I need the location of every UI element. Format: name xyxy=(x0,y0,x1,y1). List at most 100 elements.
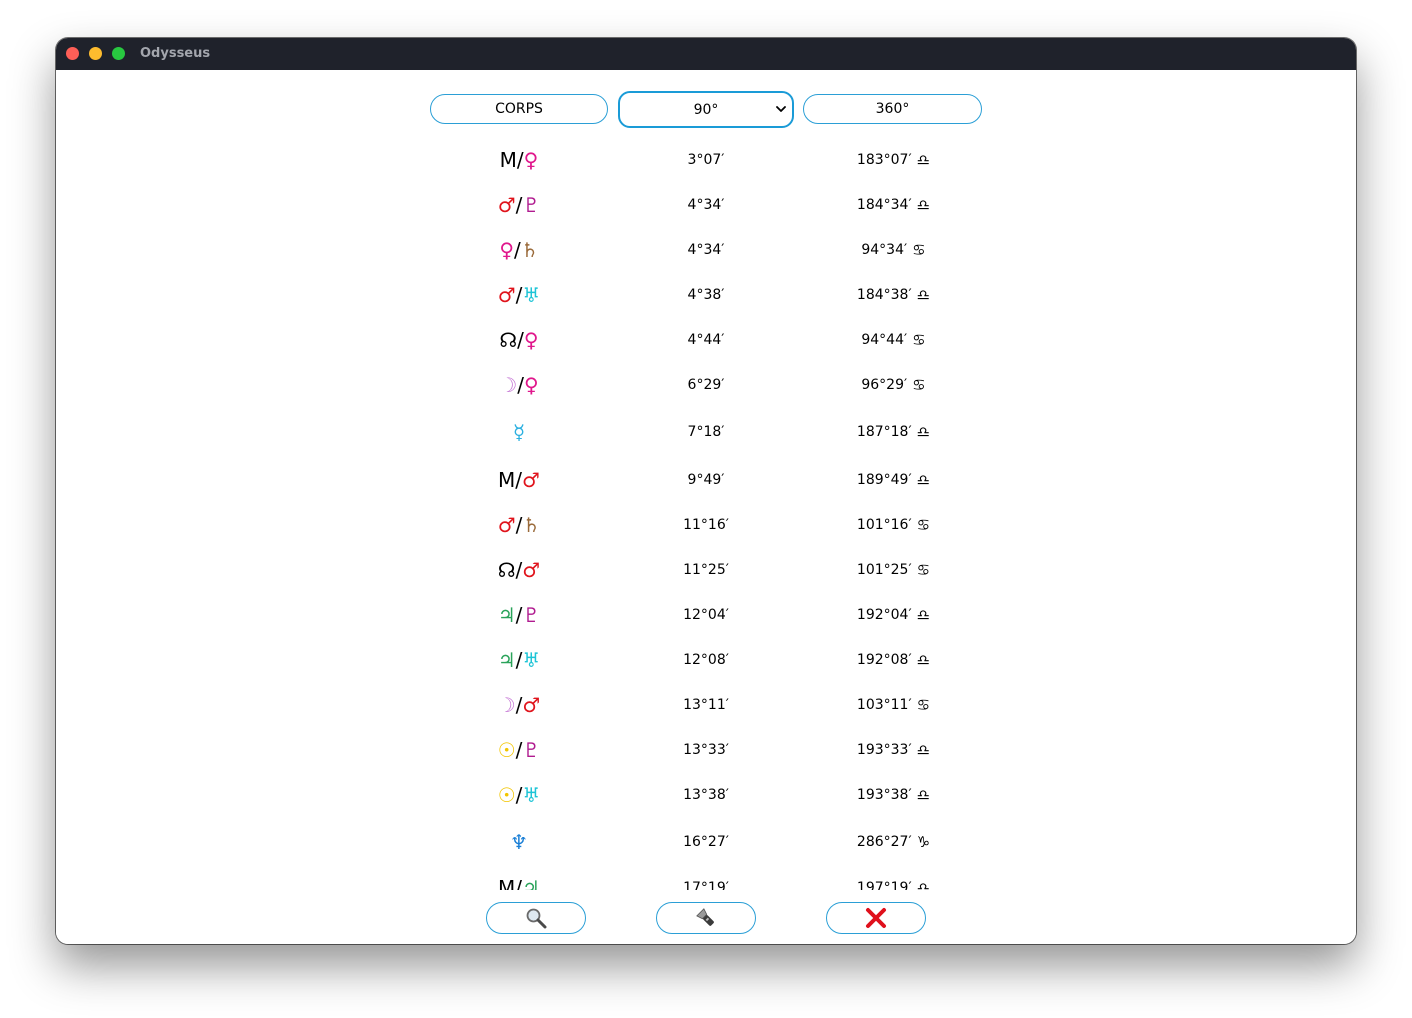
planet-b-glyph: ♂ xyxy=(522,693,541,717)
absolute-position: 101°25′ ♋ xyxy=(811,550,976,590)
absolute-position: 197°19′ ♎ xyxy=(811,868,976,890)
zodiac-sign-icon: ♋ xyxy=(912,331,926,349)
list-item[interactable]: ☽ / ♂ 13°11′ 103°11′ ♋ xyxy=(56,685,1356,725)
midpoint-separator: / xyxy=(515,468,523,492)
minimize-window-button[interactable] xyxy=(89,47,102,60)
absolute-position: 183°07′ ♎ xyxy=(811,140,976,180)
midpoint-separator: / xyxy=(515,648,523,672)
midpoint-separator: / xyxy=(516,148,524,172)
midpoint-symbols: M / ♃ xyxy=(459,868,579,890)
zodiac-sign-icon: ♋ xyxy=(912,376,926,394)
midpoint-symbols: M / ♂ xyxy=(459,460,579,500)
absolute-degree: 184°34′ xyxy=(856,197,912,213)
absolute-position: 187°18′ ♎ xyxy=(811,412,976,452)
list-item[interactable]: ♃ / ♇ 12°04′ 192°04′ ♎ xyxy=(56,595,1356,635)
planet-a-glyph: ♆ xyxy=(510,830,528,854)
planet-a-glyph: ☿ xyxy=(512,420,526,444)
midpoint-symbols: ♆ xyxy=(459,822,579,862)
zodiac-sign-icon: ♎ xyxy=(916,423,931,441)
list-item[interactable]: M / ♀ 3°07′ 183°07′ ♎ xyxy=(56,140,1356,180)
absolute-degree: 187°18′ xyxy=(856,424,912,440)
harmonic-value: 9°49′ xyxy=(687,472,725,488)
search-button[interactable] xyxy=(486,902,586,934)
absolute-degree: 192°08′ xyxy=(856,652,912,668)
harmonic-value: 4°34′ xyxy=(687,242,725,258)
list-item[interactable]: M / ♃ 17°19′ 197°19′ ♎ xyxy=(56,868,1356,890)
planet-a-glyph: ☽ xyxy=(499,373,518,397)
corps-button[interactable]: CORPS xyxy=(430,94,608,124)
midpoint-separator: / xyxy=(513,238,521,262)
list-item[interactable]: ♂ / ♅ 4°38′ 184°38′ ♎ xyxy=(56,275,1356,315)
zodiac-sign-icon: ♋ xyxy=(916,516,931,534)
planet-a-glyph: ☊ xyxy=(499,328,518,352)
midpoint-separator: / xyxy=(515,283,523,307)
absolute-degree: 96°29′ xyxy=(861,377,908,393)
flashlight-button[interactable] xyxy=(656,902,756,934)
absolute-degree: 189°49′ xyxy=(856,472,912,488)
harmonic-value: 11°25′ xyxy=(683,562,729,578)
zoom-window-button[interactable] xyxy=(112,47,125,60)
midpoint-symbols: ☉ / ♅ xyxy=(459,775,579,815)
harmonic-value: 4°44′ xyxy=(687,332,725,348)
list-item[interactable]: ☿ 7°18′ 187°18′ ♎ xyxy=(56,412,1356,452)
harmonic-value: 16°27′ xyxy=(683,834,729,850)
list-item[interactable]: ☊ / ♂ 11°25′ 101°25′ ♋ xyxy=(56,550,1356,590)
red-x-icon xyxy=(866,908,886,928)
planet-a-glyph: ♃ xyxy=(497,603,516,627)
absolute-position: 192°04′ ♎ xyxy=(811,595,976,635)
harmonic-value: 4°38′ xyxy=(687,287,725,303)
absolute-position: 96°29′ ♋ xyxy=(811,365,976,405)
absolute-position: 193°38′ ♎ xyxy=(811,775,976,815)
midpoint-separator: / xyxy=(515,783,523,807)
list-item[interactable]: ♃ / ♅ 12°08′ 192°08′ ♎ xyxy=(56,640,1356,680)
list-item[interactable]: ♂ / ♇ 4°34′ 184°34′ ♎ xyxy=(56,185,1356,225)
zodiac-sign-icon: ♑ xyxy=(916,833,931,851)
midpoint-separator: / xyxy=(515,603,523,627)
list-item[interactable]: ♆ 16°27′ 286°27′ ♑ xyxy=(56,822,1356,862)
planet-b-glyph: ♅ xyxy=(522,283,541,307)
harmonic-value: 6°29′ xyxy=(687,377,725,393)
absolute-degree: 94°34′ xyxy=(861,242,908,258)
midpoint-symbols: ♂ / ♄ xyxy=(459,505,579,545)
absolute-degree: 197°19′ xyxy=(856,880,912,890)
list-item[interactable]: ☽ / ♀ 6°29′ 96°29′ ♋ xyxy=(56,365,1356,405)
zodiac-sign-icon: ♎ xyxy=(916,151,931,169)
harmonic-value: 12°08′ xyxy=(683,652,729,668)
planet-a-glyph: M xyxy=(498,468,516,492)
absolute-position: 189°49′ ♎ xyxy=(811,460,976,500)
list-item[interactable]: ☉ / ♇ 13°33′ 193°33′ ♎ xyxy=(56,730,1356,770)
planet-b-glyph: ♄ xyxy=(520,238,539,262)
absolute-degree: 103°11′ xyxy=(856,697,912,713)
planet-b-glyph: ♀ xyxy=(524,373,539,397)
list-item[interactable]: ♀ / ♄ 4°34′ 94°34′ ♋ xyxy=(56,230,1356,270)
list-item[interactable]: ♂ / ♄ 11°16′ 101°16′ ♋ xyxy=(56,505,1356,545)
harmonic-value: 17°19′ xyxy=(683,880,729,890)
planet-a-glyph: M xyxy=(499,148,517,172)
zodiac-sign-icon: ♎ xyxy=(916,879,931,890)
absolute-position: 103°11′ ♋ xyxy=(811,685,976,725)
absolute-degree: 94°44′ xyxy=(861,332,908,348)
midpoint-symbols: ☽ / ♀ xyxy=(459,365,579,405)
zodiac-sign-icon: ♎ xyxy=(916,196,931,214)
absolute-degree: 193°38′ xyxy=(856,787,912,803)
harmonic-value: 13°11′ xyxy=(683,697,729,713)
title-bar: Odysseus xyxy=(56,38,1356,70)
harmonic-value: 4°34′ xyxy=(687,197,725,213)
range-360-button[interactable]: 360° xyxy=(803,94,982,124)
absolute-position: 192°08′ ♎ xyxy=(811,640,976,680)
absolute-position: 184°38′ ♎ xyxy=(811,275,976,315)
chevron-down-icon xyxy=(776,106,786,112)
midpoint-symbols: ♀ / ♄ xyxy=(459,230,579,270)
absolute-position: 193°33′ ♎ xyxy=(811,730,976,770)
list-item[interactable]: ☊ / ♀ 4°44′ 94°44′ ♋ xyxy=(56,320,1356,360)
cancel-button[interactable] xyxy=(826,902,926,934)
window-title: Odysseus xyxy=(140,46,211,61)
close-window-button[interactable] xyxy=(66,47,79,60)
planet-b-glyph: ♇ xyxy=(522,738,541,762)
list-item[interactable]: M / ♂ 9°49′ 189°49′ ♎ xyxy=(56,460,1356,500)
midpoint-list[interactable]: M / ♀ 3°07′ 183°07′ ♎ ♂ / ♇ 4°34′ 184°34′ ♎ ♀ / ♄ 4°34′… xyxy=(56,140,1356,890)
midpoint-symbols: ☊ / ♂ xyxy=(459,550,579,590)
midpoint-separator: / xyxy=(515,193,523,217)
harmonic-select[interactable]: 90° xyxy=(618,91,794,128)
list-item[interactable]: ☉ / ♅ 13°38′ 193°38′ ♎ xyxy=(56,775,1356,815)
